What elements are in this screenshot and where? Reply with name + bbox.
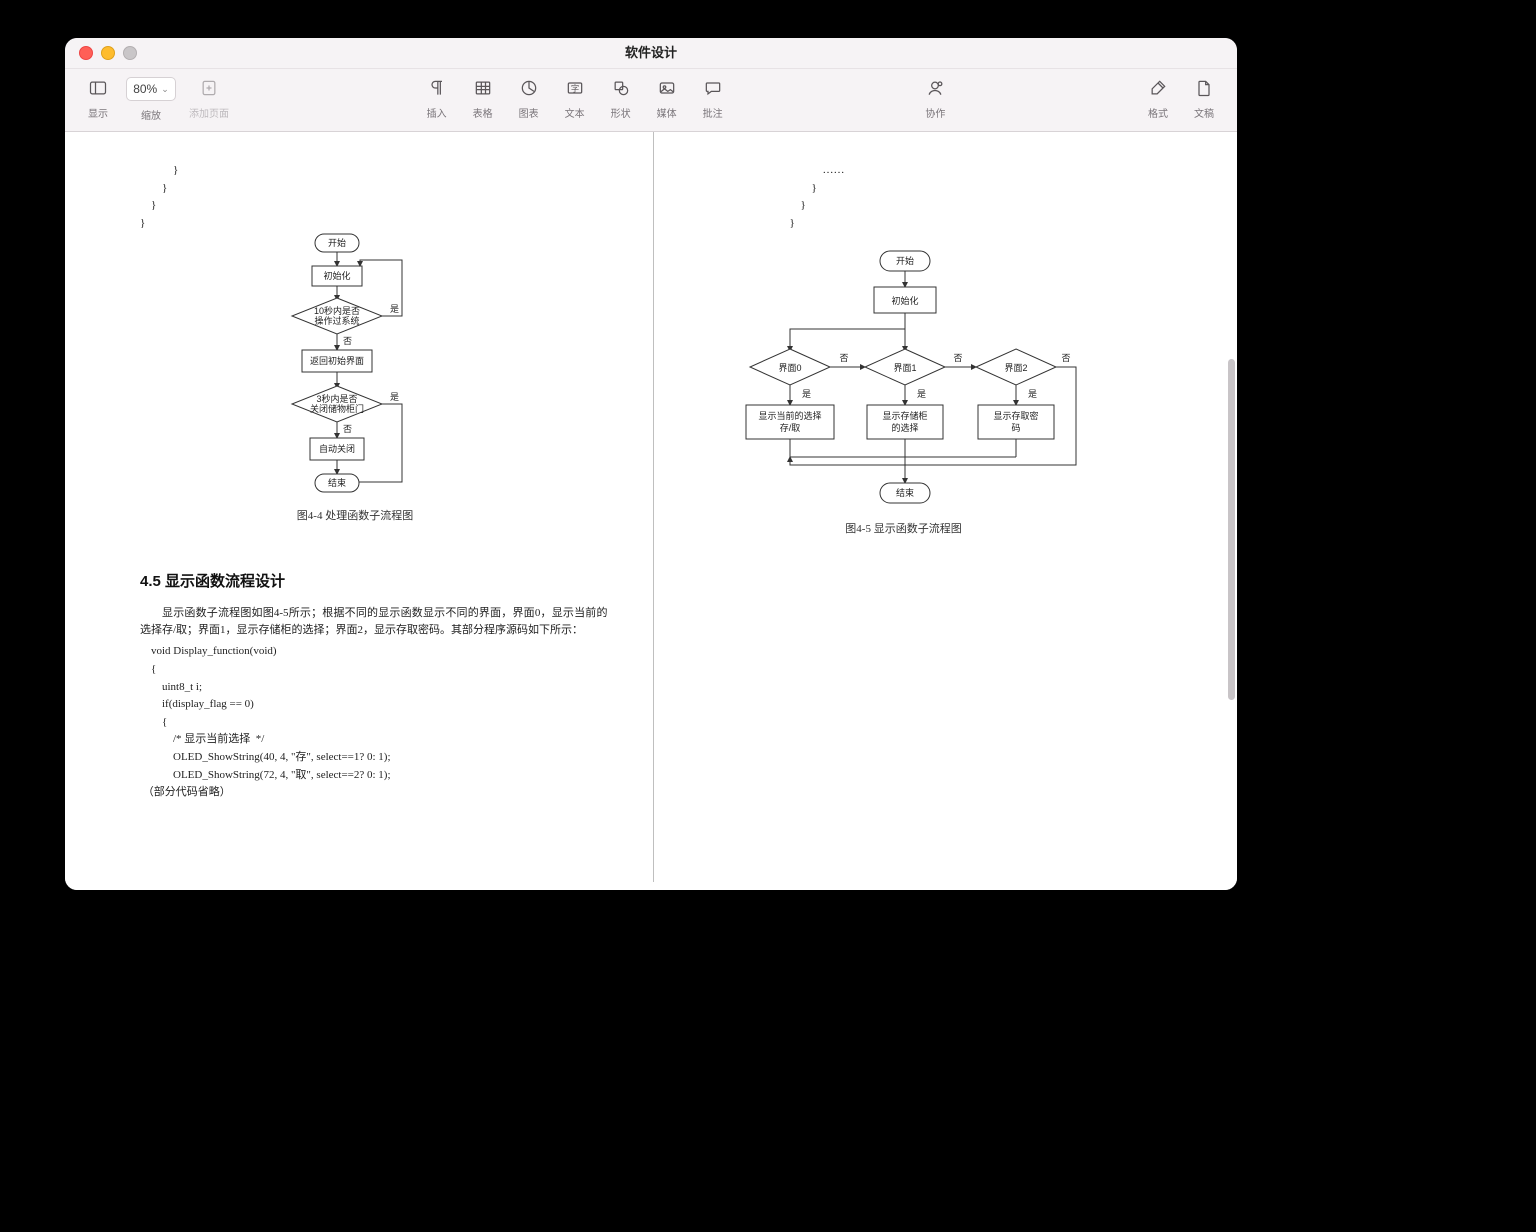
content-area: } } } } 开始 初始化 xyxy=(65,132,1237,890)
toolbar-media[interactable]: 媒体 xyxy=(644,75,690,120)
flow-no2: 否 xyxy=(343,424,352,434)
document-icon xyxy=(1193,77,1215,99)
toolbar-collab-label: 协作 xyxy=(925,105,945,120)
toolbar-view-label: 显示 xyxy=(88,105,108,120)
rb0b: 存/取 xyxy=(779,422,800,433)
flow-end: 结束 xyxy=(328,477,346,488)
left-paragraph: 显示函数子流程图如图4-5所示；根据不同的显示函数显示不同的界面，界面0，显示当… xyxy=(140,605,608,639)
rflow-d0: 界面0 xyxy=(778,363,801,373)
toolbar-table[interactable]: 表格 xyxy=(460,75,506,120)
flow-back: 返回初始界面 xyxy=(310,355,364,366)
flow-cond2a: 3秒内是否 xyxy=(316,393,357,404)
rflow-no1: 否 xyxy=(953,353,962,363)
toolbar-media-label: 媒体 xyxy=(657,105,677,120)
rflow-yes1: 是 xyxy=(917,389,926,399)
toolbar-addpage-label: 添加页面 xyxy=(189,105,229,120)
flow-yes1: 是 xyxy=(390,304,399,314)
rflow-d2: 界面2 xyxy=(1004,363,1027,373)
toolbar-document[interactable]: 文稿 xyxy=(1181,75,1227,120)
svg-text:字: 字 xyxy=(571,83,579,93)
toolbar: 显示 80% ⌄ 缩放 添加页面 插入 表格 xyxy=(65,69,1237,132)
toolbar-doc-label: 文稿 xyxy=(1194,105,1214,120)
toolbar-insert[interactable]: 插入 xyxy=(414,75,460,120)
chevron-down-icon: ⌄ xyxy=(161,84,169,95)
toolbar-insert-label: 插入 xyxy=(427,105,447,120)
page-left: } } } } 开始 初始化 xyxy=(75,132,654,882)
rflow-yes0: 是 xyxy=(802,389,811,399)
flow-start: 开始 xyxy=(328,237,346,248)
rb2a: 显示存取密 xyxy=(993,410,1038,421)
toolbar-view[interactable]: 显示 xyxy=(75,75,121,120)
rflow-init: 初始化 xyxy=(891,295,918,306)
flowchart-process: 开始 初始化 10秒内是否 操作过系统 是 否 xyxy=(230,232,480,552)
format-icon xyxy=(1147,77,1169,99)
rb1b: 的选择 xyxy=(891,422,918,433)
chart-icon xyxy=(518,77,540,99)
zoom-select[interactable]: 80% ⌄ xyxy=(126,77,176,101)
flow-no1: 否 xyxy=(343,336,352,346)
toolbar-comment[interactable]: 批注 xyxy=(690,75,736,120)
section-title: 4.5 显示函数流程设计 xyxy=(140,570,608,591)
flow-cond1a: 10秒内是否 xyxy=(314,305,360,316)
rflow-d1: 界面1 xyxy=(893,363,916,373)
toolbar-chart[interactable]: 图表 xyxy=(506,75,552,120)
left-code-top: } } } } xyxy=(140,162,608,232)
right-code-top: …… } } } xyxy=(779,162,1167,232)
rflow-yes2: 是 xyxy=(1028,389,1037,399)
toolbar-zoom[interactable]: 80% ⌄ 缩放 xyxy=(121,75,181,122)
toolbar-comment-label: 批注 xyxy=(703,105,723,120)
vertical-scrollbar[interactable] xyxy=(1228,359,1235,700)
flow-cond1b: 操作过系统 xyxy=(314,315,359,326)
toolbar-table-label: 表格 xyxy=(473,105,493,120)
flow-auto: 自动关闭 xyxy=(319,443,355,454)
shape-icon xyxy=(610,77,632,99)
textbox-icon: 字 xyxy=(564,77,586,99)
table-icon xyxy=(472,77,494,99)
rflow-no0: 否 xyxy=(839,353,848,363)
collab-icon xyxy=(924,77,946,99)
rflow-end: 结束 xyxy=(895,487,913,498)
pages: } } } } 开始 初始化 xyxy=(75,132,1221,882)
rb0a: 显示当前的选择 xyxy=(758,410,821,421)
toolbar-shape[interactable]: 形状 xyxy=(598,75,644,120)
rflow-start: 开始 xyxy=(895,255,913,266)
pilcrow-icon xyxy=(426,77,448,99)
toolbar-collab[interactable]: 协作 xyxy=(912,75,958,120)
rb1a: 显示存储柜 xyxy=(882,410,927,421)
sidebar-icon xyxy=(87,77,109,99)
left-code-main: void Display_function(void) { uint8_t i;… xyxy=(140,643,608,801)
comment-icon xyxy=(702,77,724,99)
titlebar: 软件设计 xyxy=(65,38,1237,69)
toolbar-text-label: 文本 xyxy=(565,105,585,120)
toolbar-format-label: 格式 xyxy=(1148,105,1168,120)
zoom-value: 80% xyxy=(133,82,157,96)
flowchart-display: 开始 初始化 界面0 界面1 界面2 xyxy=(694,247,1114,567)
window-title: 软件设计 xyxy=(65,38,1237,68)
page-right: …… } } } 开始 初始化 xyxy=(654,132,1222,882)
toolbar-format[interactable]: 格式 xyxy=(1135,75,1181,120)
toolbar-shape-label: 形状 xyxy=(611,105,631,120)
rb2b: 码 xyxy=(1011,423,1020,433)
rflow-no2: 否 xyxy=(1061,353,1070,363)
plus-page-icon xyxy=(198,77,220,99)
toolbar-add-page: 添加页面 xyxy=(181,75,237,120)
flow-init: 初始化 xyxy=(323,270,350,281)
media-icon xyxy=(656,77,678,99)
app-window: 软件设计 显示 80% ⌄ 缩放 添加页面 xyxy=(65,38,1237,890)
toolbar-zoom-label: 缩放 xyxy=(141,107,161,122)
flow-yes2: 是 xyxy=(390,392,399,402)
toolbar-text[interactable]: 字 文本 xyxy=(552,75,598,120)
flow-cond2b: 关闭储物柜门 xyxy=(310,403,364,414)
toolbar-chart-label: 图表 xyxy=(519,105,539,120)
